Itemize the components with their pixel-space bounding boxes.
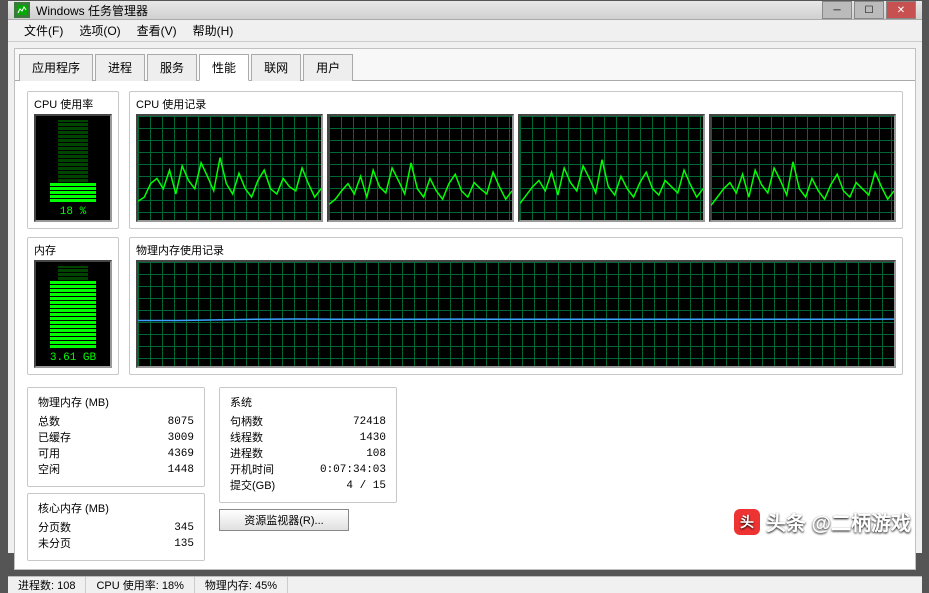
tab-services[interactable]: 服务 [147, 54, 197, 81]
cpu-core-1-chart [327, 114, 514, 222]
memory-value: 3.61 GB [36, 352, 110, 364]
tab-processes[interactable]: 进程 [95, 54, 145, 81]
cpu-core-2-chart [518, 114, 705, 222]
status-processes: 进程数: 108 [8, 577, 86, 593]
cpu-core-3-chart [709, 114, 896, 222]
menu-file[interactable]: 文件(F) [16, 20, 71, 41]
cpu-history-panel: CPU 使用记录 [129, 91, 903, 229]
memory-history-chart [136, 260, 896, 368]
menu-help[interactable]: 帮助(H) [185, 20, 242, 41]
close-button[interactable]: ✕ [886, 1, 916, 19]
maximize-button[interactable]: ☐ [854, 1, 884, 19]
minimize-button[interactable]: ─ [822, 1, 852, 19]
cpu-usage-meter: CPU 使用率 18 % [27, 91, 119, 229]
memory-history-label: 物理内存使用记录 [136, 242, 896, 258]
tab-performance[interactable]: 性能 [199, 54, 249, 81]
tab-applications[interactable]: 应用程序 [19, 54, 93, 81]
watermark-logo-icon: 头 [734, 509, 760, 535]
watermark: 头 头条 @二柄游戏 [734, 507, 911, 536]
memory-meter: 内存 3.61 GB [27, 237, 119, 375]
app-icon [14, 2, 30, 18]
tab-users[interactable]: 用户 [303, 54, 353, 81]
memory-label: 内存 [34, 242, 112, 258]
cpu-history-label: CPU 使用记录 [136, 96, 896, 112]
physical-memory-stats: 物理内存 (MB) 总数8075 已缓存3009 可用4369 空闲1448 [27, 387, 205, 487]
menu-options[interactable]: 选项(O) [71, 20, 128, 41]
cpu-usage-label: CPU 使用率 [34, 96, 112, 112]
status-memory: 物理内存: 45% [195, 577, 288, 593]
cpu-core-0-chart [136, 114, 323, 222]
status-cpu: CPU 使用率: 18% [86, 577, 194, 593]
menu-view[interactable]: 查看(V) [129, 20, 185, 41]
memory-history-panel: 物理内存使用记录 [129, 237, 903, 375]
window-title: Windows 任务管理器 [36, 2, 822, 19]
tab-networking[interactable]: 联网 [251, 54, 301, 81]
system-stats: 系统 句柄数72418 线程数1430 进程数108 开机时间0:07:34:0… [219, 387, 397, 503]
resource-monitor-button[interactable]: 资源监视器(R)... [219, 509, 349, 531]
kernel-memory-stats: 核心内存 (MB) 分页数345 未分页135 [27, 493, 205, 561]
cpu-usage-value: 18 % [36, 206, 110, 218]
